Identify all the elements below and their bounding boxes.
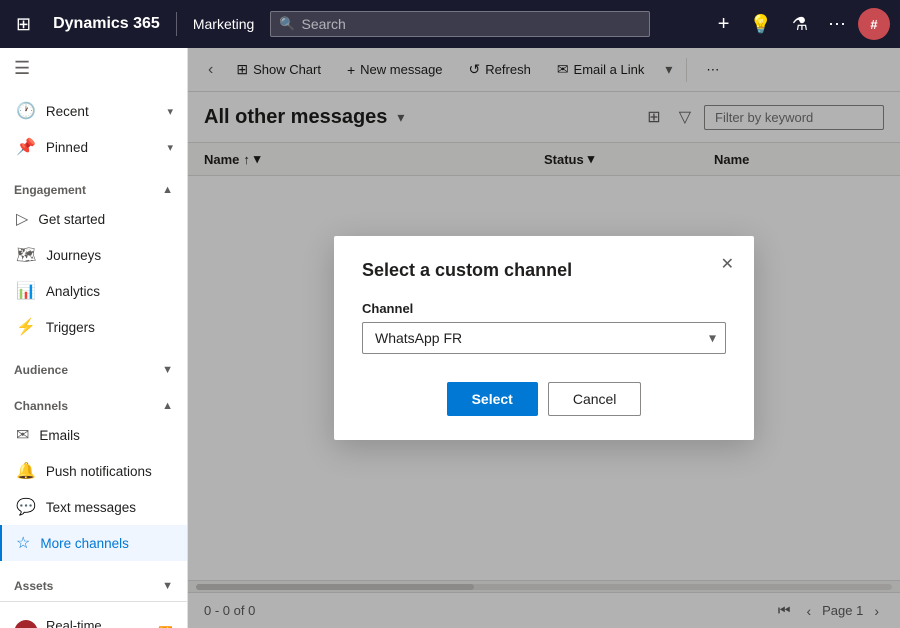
assets-chevron-icon: ▼ (162, 580, 173, 592)
search-icon: 🔍 (279, 16, 295, 32)
engagement-header[interactable]: Engagement ▲ (0, 173, 187, 201)
top-navigation: ⊞ Dynamics 365 Marketing 🔍 + 💡 ⚗ ⋯ # (0, 0, 900, 48)
top-actions: + 💡 ⚗ ⋯ # (710, 7, 890, 42)
recent-label: Recent (46, 104, 89, 119)
sidebar-item-analytics[interactable]: 📊 Analytics (0, 273, 187, 309)
channel-label: Channel (362, 301, 726, 316)
modal-title: Select a custom channel (362, 260, 726, 281)
module-name: Marketing (185, 16, 262, 32)
lightbulb-button[interactable]: 💡 (741, 8, 779, 41)
email-icon: ✉ (16, 425, 29, 445)
journeys-icon: 🗺 (16, 245, 36, 265)
sidebar-item-push-notifications[interactable]: 🔔 Push notifications (0, 453, 187, 489)
more-channels-icon: ☆ (16, 533, 30, 553)
sidebar-item-label: More channels (40, 536, 129, 551)
channels-label: Channels (14, 399, 68, 413)
select-channel-modal: ✕ Select a custom channel Channel WhatsA… (334, 236, 754, 440)
add-button[interactable]: + (710, 7, 738, 42)
modal-close-button[interactable]: ✕ (715, 250, 740, 278)
sidebar-bottom-label: Real-time marketi... (46, 618, 150, 628)
assets-header[interactable]: Assets ▼ (0, 569, 187, 597)
sidebar-item-journeys[interactable]: 🗺 Journeys (0, 237, 187, 273)
analytics-icon: 📊 (16, 281, 36, 301)
recent-chevron-icon: ▾ (167, 105, 173, 118)
sidebar-channels-section: Channels ▲ ✉ Emails 🔔 Push notifications… (0, 385, 187, 565)
pin-icon: 📌 (16, 137, 36, 157)
filter-nav-button[interactable]: ⚗ (784, 8, 816, 41)
text-msg-icon: 💬 (16, 497, 36, 517)
sidebar-item-triggers[interactable]: ⚡ Triggers (0, 309, 187, 345)
sidebar-item-get-started[interactable]: ▷ Get started (0, 201, 187, 237)
sidebar-toggle[interactable]: ☰ (0, 48, 187, 89)
pinned-label: Pinned (46, 140, 88, 155)
brand-name: Dynamics 365 (53, 15, 160, 33)
triggers-icon: ⚡ (16, 317, 36, 337)
pinned-chevron-icon: ▾ (167, 141, 173, 154)
add-icon: + (718, 13, 730, 36)
sidebar-assets-section: Assets ▼ (0, 565, 187, 601)
nav-divider (176, 12, 177, 36)
sidebar-bottom-item[interactable]: RM Real-time marketi... 🔁 (0, 610, 187, 628)
sidebar-bottom: RM Real-time marketi... 🔁 (0, 601, 187, 628)
sidebar-item-pinned[interactable]: 📌 Pinned ▾ (0, 129, 187, 165)
engagement-chevron-icon: ▲ (162, 184, 173, 196)
channel-select[interactable]: WhatsApp FR WhatsApp EN SMS Channel Cust… (362, 322, 726, 354)
audience-chevron-icon: ▼ (162, 364, 173, 376)
more-nav-button[interactable]: ⋯ (820, 8, 854, 41)
assets-label: Assets (14, 579, 53, 593)
sidebar-item-emails[interactable]: ✉ Emails (0, 417, 187, 453)
sidebar-item-text-messages[interactable]: 💬 Text messages (0, 489, 187, 525)
sidebar-item-label: Text messages (46, 500, 136, 515)
recent-icon: 🕐 (16, 101, 36, 121)
sidebar-audience-section: Audience ▼ (0, 349, 187, 385)
channel-select-wrapper: WhatsApp FR WhatsApp EN SMS Channel Cust… (362, 322, 726, 354)
select-button[interactable]: Select (447, 382, 538, 416)
channels-chevron-icon: ▲ (162, 400, 173, 412)
modal-footer: Select Cancel (362, 382, 726, 416)
sidebar-engagement-section: Engagement ▲ ▷ Get started 🗺 Journeys 📊 … (0, 169, 187, 349)
waffle-icon[interactable]: ⊞ (10, 8, 37, 41)
sidebar-item-label: Get started (38, 212, 105, 227)
sidebar-item-label: Emails (39, 428, 80, 443)
ellipsis-icon: ⋯ (828, 14, 846, 35)
channels-header[interactable]: Channels ▲ (0, 389, 187, 417)
sidebar-item-recent[interactable]: 🕐 Recent ▾ (0, 93, 187, 129)
audience-label: Audience (14, 363, 68, 377)
search-input[interactable] (301, 16, 641, 32)
brand-area: Dynamics 365 (45, 15, 168, 33)
sidebar-recent-section: 🕐 Recent ▾ 📌 Pinned ▾ (0, 89, 187, 169)
sidebar-item-label: Journeys (46, 248, 101, 263)
content-area: ‹ ⊞ Show Chart + New message ↺ Refresh ✉… (188, 48, 900, 628)
modal-overlay: ✕ Select a custom channel Channel WhatsA… (188, 48, 900, 628)
sidebar-item-more-channels[interactable]: ☆ More channels (0, 525, 187, 561)
audience-header[interactable]: Audience ▼ (0, 353, 187, 381)
sidebar-item-label: Push notifications (46, 464, 152, 479)
funnel-icon: ⚗ (792, 14, 808, 35)
hamburger-icon: ☰ (14, 58, 30, 78)
cancel-button[interactable]: Cancel (548, 382, 642, 416)
push-icon: 🔔 (16, 461, 36, 481)
sidebar-item-label: Analytics (46, 284, 100, 299)
avatar[interactable]: # (858, 8, 890, 40)
close-icon: ✕ (721, 256, 734, 273)
sidebar: ☰ 🕐 Recent ▾ 📌 Pinned ▾ Engagement ▲ ▷ (0, 48, 188, 628)
lightbulb-icon: 💡 (749, 14, 771, 35)
search-box[interactable]: 🔍 (270, 11, 650, 37)
sidebar-item-label: Triggers (46, 320, 95, 335)
rm-avatar: RM (14, 620, 38, 628)
engagement-label: Engagement (14, 183, 86, 197)
main-layout: ☰ 🕐 Recent ▾ 📌 Pinned ▾ Engagement ▲ ▷ (0, 48, 900, 628)
get-started-icon: ▷ (16, 209, 28, 229)
